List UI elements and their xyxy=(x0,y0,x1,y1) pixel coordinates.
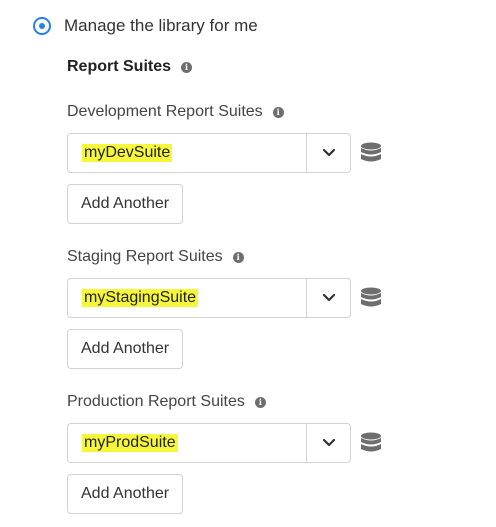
development-report-suites-label: Development Report Suites xyxy=(67,103,263,120)
development-suite-dropdown-button[interactable] xyxy=(306,134,350,172)
production-add-another-button[interactable]: Add Another xyxy=(67,474,184,514)
production-report-suites-label: Production Report Suites xyxy=(67,393,245,410)
staging-report-suites-label: Staging Report Suites xyxy=(67,248,223,265)
database-icon[interactable] xyxy=(360,287,382,309)
production-suite-value: myProdSuite xyxy=(82,434,178,452)
production-suite-combobox[interactable]: myProdSuite xyxy=(67,423,351,463)
info-icon[interactable]: i xyxy=(254,396,266,408)
development-suite-value: myDevSuite xyxy=(82,144,173,162)
database-icon[interactable] xyxy=(360,142,382,164)
database-icon[interactable] xyxy=(360,432,382,454)
manage-library-option[interactable]: Manage the library for me xyxy=(33,16,258,36)
manage-library-label: Manage the library for me xyxy=(64,16,258,35)
staging-add-another-button[interactable]: Add Another xyxy=(67,329,184,369)
report-suites-title: Report Suites xyxy=(67,58,172,75)
chevron-down-icon xyxy=(322,149,335,157)
staging-suite-combobox[interactable]: myStagingSuite xyxy=(67,278,351,318)
chevron-down-icon xyxy=(322,439,335,447)
production-suite-dropdown-button[interactable] xyxy=(306,424,350,462)
development-suite-input[interactable]: myDevSuite xyxy=(68,134,306,172)
development-suite-combobox[interactable]: myDevSuite xyxy=(67,133,351,173)
production-suite-input[interactable]: myProdSuite xyxy=(68,424,306,462)
chevron-down-icon xyxy=(322,294,335,302)
staging-suite-value: myStagingSuite xyxy=(82,289,199,307)
development-add-another-button[interactable]: Add Another xyxy=(67,184,184,224)
staging-report-suites-heading: Staging Report Suites i xyxy=(67,246,447,268)
staging-suite-input[interactable]: myStagingSuite xyxy=(68,279,306,317)
info-icon[interactable]: i xyxy=(181,61,193,73)
development-report-suites-group: Development Report Suites i myDevSuite A… xyxy=(67,101,447,224)
info-icon[interactable]: i xyxy=(272,106,284,118)
staging-suite-dropdown-button[interactable] xyxy=(306,279,350,317)
staging-report-suites-group: Staging Report Suites i myStagingSuite A… xyxy=(67,246,447,369)
info-icon[interactable]: i xyxy=(232,251,244,263)
production-report-suites-heading: Production Report Suites i xyxy=(67,391,447,413)
development-report-suites-heading: Development Report Suites i xyxy=(67,101,447,123)
report-suites-heading: Report Suites i xyxy=(67,58,193,76)
production-report-suites-group: Production Report Suites i myProdSuite A… xyxy=(67,391,447,514)
radio-selected-icon[interactable] xyxy=(33,17,51,35)
